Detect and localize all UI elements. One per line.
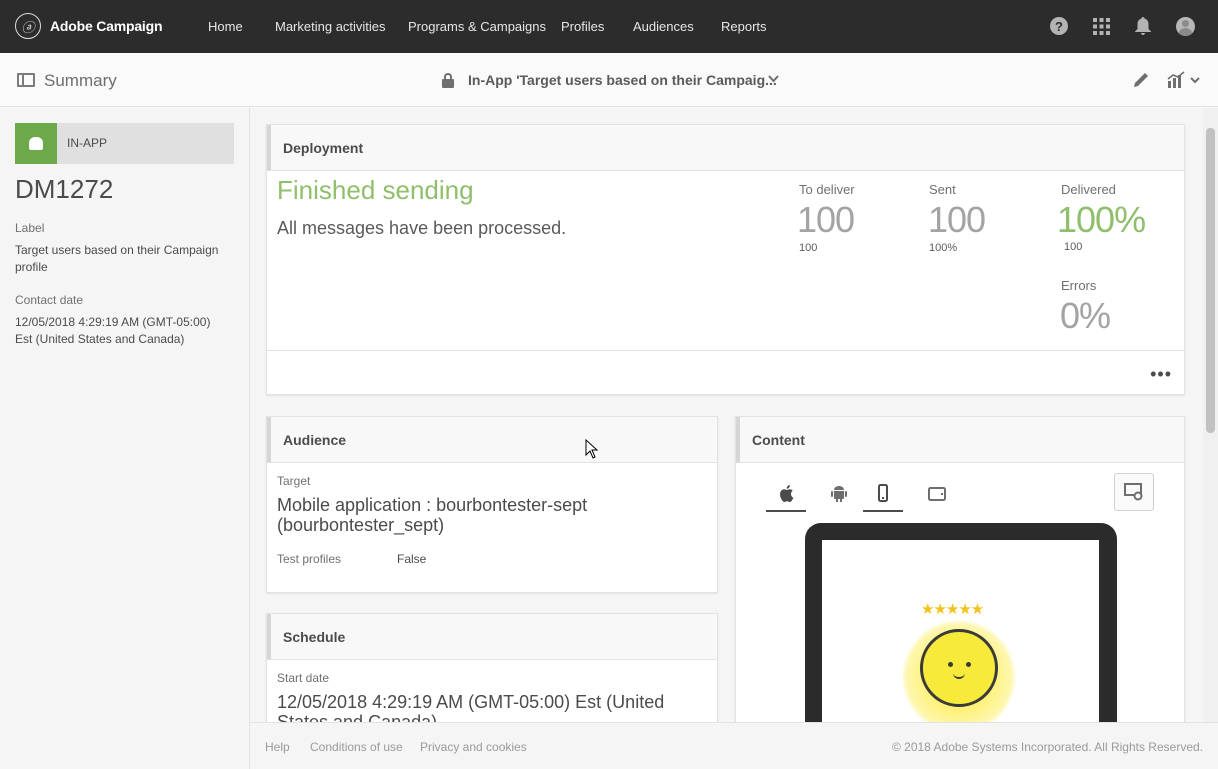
reports-chart-icon[interactable] (1166, 70, 1202, 90)
delivered-sub: 100 (1064, 241, 1083, 253)
notifications-bell-icon[interactable] (1133, 16, 1153, 36)
nav-programs-campaigns[interactable]: Programs & Campaigns (408, 19, 546, 34)
nav-home[interactable]: Home (208, 19, 243, 34)
footer-conditions-link[interactable]: Conditions of use (310, 740, 403, 754)
app-name[interactable]: Adobe Campaign (50, 18, 163, 34)
footer: Help Conditions of use Privacy and cooki… (250, 722, 1218, 769)
lock-icon (442, 73, 454, 88)
contact-date-caption: Contact date (15, 293, 84, 307)
delivered-value: 100% (1057, 199, 1146, 240)
nav-audiences[interactable]: Audiences (633, 19, 694, 34)
to-deliver-sub: 100 (799, 242, 818, 254)
rating-stars: ★★★★★ (921, 601, 984, 618)
nav-marketing-activities[interactable]: Marketing activities (275, 19, 386, 34)
copyright-text: © 2018 Adobe Systems Incorporated. All R… (891, 740, 1203, 754)
sent-value: 100 (928, 199, 986, 240)
deployment-status: Finished sending (277, 175, 474, 205)
footer-help-link[interactable]: Help (265, 740, 290, 754)
top-bar: ⓐ Adobe Campaign Home Marketing activiti… (0, 0, 1218, 53)
audience-header: Audience (267, 417, 717, 463)
delivered-label: Delivered (1061, 182, 1116, 197)
start-date-value: 12/05/2018 4:29:19 AM (GMT-05:00) Est (U… (277, 692, 665, 722)
android-icon[interactable] (819, 476, 859, 512)
content-header: Content (736, 417, 1184, 463)
device-preview-frame: ★★★★★ (805, 523, 1117, 722)
label-value: Target users based on their Campaign pro… (15, 243, 219, 274)
deployment-header: Deployment (267, 125, 1184, 171)
sidebar-toggle-icon[interactable] (17, 73, 35, 87)
smiley-face-image (920, 629, 998, 707)
target-value: Mobile application : bourbontester-sept … (277, 495, 588, 535)
schedule-header: Schedule (267, 614, 717, 660)
target-label: Target (277, 474, 311, 488)
preview-button[interactable] (1114, 473, 1154, 511)
sub-header: Summary In-App 'Target users based on th… (0, 53, 1218, 107)
phone-portrait-icon[interactable] (863, 476, 903, 512)
contact-date-value: 12/05/2018 4:29:19 AM (GMT-05:00) Est (U… (15, 315, 211, 346)
label-caption: Label (15, 221, 45, 235)
apple-icon[interactable] (766, 476, 806, 512)
document-title[interactable]: In-App 'Target users based on their Camp… (468, 72, 777, 88)
test-profiles-value: False (397, 552, 427, 566)
start-date-label: Start date (277, 671, 330, 685)
in-app-bell-icon (15, 123, 57, 164)
channel-label: IN-APP (67, 136, 108, 150)
deployment-message: All messages have been processed. (277, 218, 567, 238)
sent-sub: 100% (929, 242, 958, 254)
deployment-divider (267, 350, 1184, 351)
channel-badge: IN-APP (15, 123, 234, 164)
nav-profiles[interactable]: Profiles (561, 19, 604, 34)
mouse-cursor-icon (585, 439, 598, 459)
to-deliver-label: To deliver (799, 182, 855, 197)
footer-privacy-link[interactable]: Privacy and cookies (420, 740, 527, 754)
nav-reports[interactable]: Reports (721, 19, 767, 34)
edit-pencil-icon[interactable] (1131, 70, 1151, 90)
audience-card: Audience Target Mobile application : bou… (266, 416, 718, 593)
main-content: Deployment Finished sending All messages… (250, 108, 1203, 722)
to-deliver-value: 100 (797, 199, 855, 240)
schedule-card: Schedule Start date 12/05/2018 4:29:19 A… (266, 613, 718, 722)
page-title: Summary (44, 71, 117, 90)
sent-label: Sent (929, 182, 956, 197)
chevron-down-icon[interactable] (768, 74, 779, 86)
adobe-campaign-logo-icon[interactable]: ⓐ (15, 13, 41, 39)
test-profiles-label: Test profiles (277, 552, 342, 566)
help-icon[interactable]: ? (1049, 16, 1069, 36)
vertical-scrollbar[interactable] (1203, 108, 1218, 722)
errors-label: Errors (1061, 278, 1097, 293)
content-card: Content ★★★★★ (735, 416, 1185, 722)
deployment-card: Deployment Finished sending All messages… (266, 124, 1185, 395)
phone-landscape-icon[interactable] (917, 476, 957, 512)
device-preview-screen: ★★★★★ (822, 540, 1099, 722)
more-options-button[interactable]: ••• (1150, 364, 1172, 385)
delivery-code: DM1272 (15, 174, 114, 204)
errors-value: 0% (1060, 295, 1111, 336)
scrollbar-thumb[interactable] (1206, 128, 1215, 433)
summary-panel: IN-APP DM1272 Label Target users based o… (0, 108, 250, 769)
apps-grid-icon[interactable] (1091, 16, 1111, 36)
user-avatar-icon[interactable] (1175, 16, 1195, 36)
